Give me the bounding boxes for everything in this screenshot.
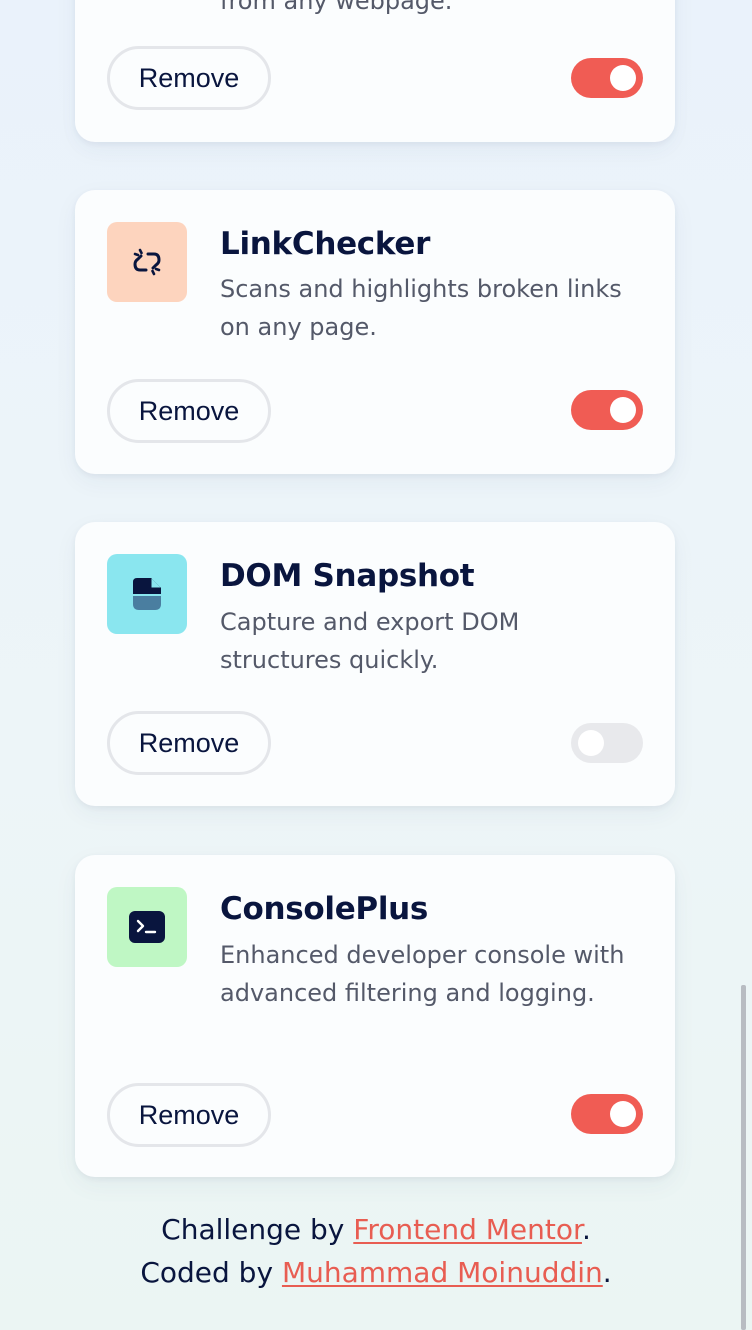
extension-toggle[interactable] xyxy=(571,58,643,98)
attribution-prefix: Coded by xyxy=(140,1256,282,1289)
extension-card-linkchecker: LinkChecker Scans and highlights broken … xyxy=(75,190,675,474)
author-link[interactable]: Muhammad Moinuddin xyxy=(282,1256,603,1289)
toggle-knob xyxy=(610,1101,636,1127)
extension-description: from any webpage. xyxy=(220,0,453,15)
attribution-line-2: Coded by Muhammad Moinuddin. xyxy=(0,1256,752,1289)
frontend-mentor-link[interactable]: Frontend Mentor xyxy=(353,1213,582,1246)
remove-button[interactable]: Remove xyxy=(107,46,271,110)
extension-description: Enhanced developer console with advanced… xyxy=(220,941,625,1007)
extension-name: ConsolePlus xyxy=(220,891,429,927)
toggle-knob xyxy=(578,730,604,756)
extension-card-partial: from any webpage. Remove xyxy=(75,0,675,142)
extension-description: Capture and export DOM structures quickl… xyxy=(220,608,520,674)
extension-toggle[interactable] xyxy=(571,390,643,430)
extension-description: Scans and highlights broken links on any… xyxy=(220,275,622,341)
extension-toggle[interactable] xyxy=(571,723,643,763)
attribution-suffix: . xyxy=(602,1256,612,1289)
extension-name: LinkChecker xyxy=(220,226,431,262)
remove-button[interactable]: Remove xyxy=(107,711,271,775)
toggle-knob xyxy=(610,397,636,423)
broken-link-icon xyxy=(107,222,187,302)
extension-toggle[interactable] xyxy=(571,1094,643,1134)
extension-card-dom-snapshot: DOM Snapshot Capture and export DOM stru… xyxy=(75,522,675,806)
extension-name: DOM Snapshot xyxy=(220,558,475,594)
attribution-line-1: Challenge by Frontend Mentor. xyxy=(0,1213,752,1246)
snapshot-icon xyxy=(107,554,187,634)
extension-card-consoleplus: ConsolePlus Enhanced developer console w… xyxy=(75,855,675,1177)
remove-button[interactable]: Remove xyxy=(107,1083,271,1147)
page-scrollbar[interactable] xyxy=(741,985,746,1330)
toggle-knob xyxy=(610,65,636,91)
attribution-prefix: Challenge by xyxy=(161,1213,354,1246)
remove-button[interactable]: Remove xyxy=(107,379,271,443)
terminal-icon xyxy=(107,887,187,967)
attribution-suffix: . xyxy=(581,1213,591,1246)
